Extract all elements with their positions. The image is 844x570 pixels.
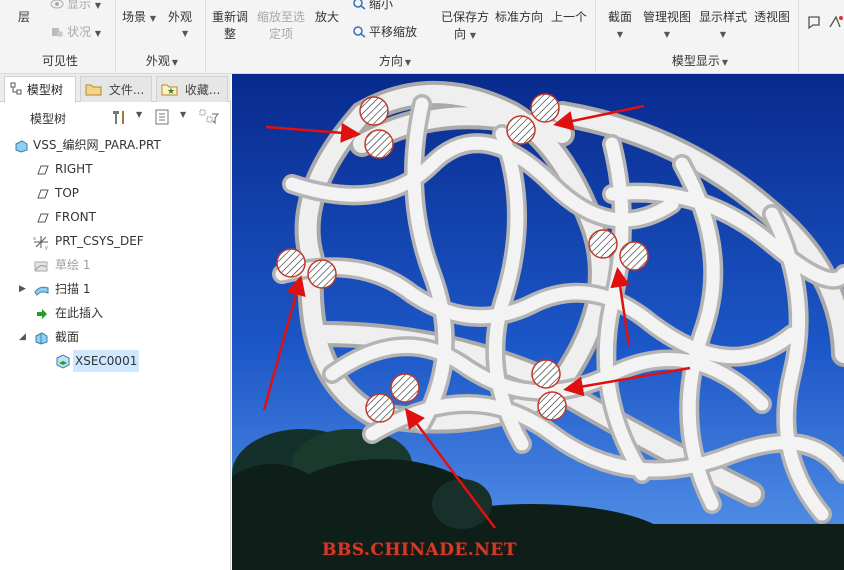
perspective-button[interactable]: 透视图 [754,9,790,26]
tree-item-csys[interactable]: xy PRT_CSYS_DEF [0,230,231,252]
layer-button[interactable]: 层 [18,9,30,26]
xsection-icon [54,354,70,369]
standard-orientation-button[interactable]: 标准方向 [495,9,543,26]
tree-item-xsec0001[interactable]: XSEC0001 [0,350,231,372]
zoom-to-selected-button[interactable]: 缩放至选 定项 [256,9,306,43]
show-button[interactable]: 显示 ▼ [50,0,101,14]
zoom-out-icon [352,0,366,10]
tree-item-sketch[interactable]: 草绘 1 [0,254,231,276]
dimension-icon[interactable] [828,14,844,35]
model-tree-title: 模型树 [30,112,67,126]
watermark-text: BBS.CHINADE.NET [322,540,517,560]
section-marker [364,129,394,159]
svg-text:★: ★ [167,87,175,97]
favorites-icon: ★ [161,80,181,102]
model-tree-icon [9,79,23,103]
insert-here-icon [34,306,50,320]
refit-button[interactable]: 重新调整 [212,9,248,43]
section-marker [307,259,337,289]
section-marker [276,248,306,278]
tab-files[interactable]: 文件... [80,76,152,102]
folder-icon [85,80,105,102]
panel-tabs: 模型树 文件... ★ 收藏... [0,74,231,103]
graphics-viewport[interactable]: BBS.CHINADE.NET [232,74,844,570]
section-button[interactable]: 截面 ▼ [607,9,633,43]
settings-icon[interactable] [110,108,130,129]
section-marker [390,373,420,403]
status-icon [50,26,64,38]
eye-icon [50,0,64,10]
section-marker [530,93,560,123]
manage-views-button[interactable]: 管理视图 ▼ [642,9,692,43]
tree-item-insert-here[interactable]: 在此插入 [0,302,231,324]
datum-plane-icon [34,186,50,200]
datum-plane-icon [34,162,50,176]
svg-text:x: x [33,236,36,242]
ribbon-toolbar: 层 显示 ▼ 状况 ▼ 可见性 场景 ▼ 外观 ▼ 外观 ▼ 重新调整 缩放至选定… [0,0,844,74]
expand-arrow-icon[interactable]: ▶ [19,278,26,300]
tab-favorites[interactable]: ★ 收藏... [156,76,228,102]
tree-item-root-part[interactable]: VSS_编织网_PARA.PRT [0,134,231,156]
settings-dropdown[interactable]: ▼ [136,110,142,119]
tree-item-sweep[interactable]: ▶ 扫描 1 [0,278,231,300]
divider [205,0,206,72]
model-display-group-title: 模型显示 ▼ [671,54,729,68]
tab-model-tree[interactable]: 模型树 [4,76,76,103]
viewport-canvas [232,74,844,570]
section-marker [506,115,536,145]
pan-zoom-button[interactable]: 平移缩放 [352,24,417,41]
sweep-icon [33,282,49,296]
tree-item-right-plane[interactable]: RIGHT [0,158,231,180]
model-tree-toolbar: 模型树 ▼ ▼ [0,104,231,132]
saved-orientations-button[interactable]: 已保存方向 ▼ [439,9,491,44]
appearance-group-title: 外观 ▼ [145,54,179,68]
svg-text:y: y [45,245,48,250]
show-dropdown[interactable]: ▼ [180,110,186,119]
section-folder-icon [33,330,49,345]
orientation-group-title: 方向 ▼ [378,54,412,68]
annotation-icon[interactable] [806,14,824,35]
collapse-arrow-icon[interactable]: ◢ [19,326,26,348]
previous-view-button[interactable]: 上一个 [551,9,587,26]
tree-item-sections[interactable]: ◢ 截面 [0,326,231,348]
tree-item-front-plane[interactable]: FRONT [0,206,231,228]
appearance-button[interactable]: 外观 [168,9,192,26]
scene-button[interactable]: 场景 ▼ [122,9,156,27]
status-button[interactable]: 状况 ▼ [50,24,101,42]
divider [798,0,799,72]
section-marker [588,229,618,259]
zoom-in-button[interactable]: 放大 [315,9,339,26]
section-marker [359,96,389,126]
datum-plane-icon [34,210,50,224]
show-list-icon[interactable] [154,108,174,129]
filter-icon[interactable] [198,108,220,129]
zoom-out-button[interactable]: 缩小 [352,0,393,13]
section-marker [619,241,649,271]
visibility-group-title: 可见性 [41,54,78,68]
section-marker [531,359,561,389]
csys-icon: xy [33,234,49,251]
section-marker [537,391,567,421]
display-style-button[interactable]: 显示样式 ▼ [698,9,748,43]
part-icon [13,138,29,153]
divider [595,0,596,72]
section-marker [365,393,395,423]
model-tree-panel: 模型树 文件... ★ 收藏... 模型树 ▼ ▼ VSS_编织网_PARA.P… [0,74,231,570]
sketch-icon [33,258,49,272]
divider [115,0,116,72]
tree-item-top-plane[interactable]: TOP [0,182,231,204]
pan-zoom-icon [352,26,366,38]
appearance-dropdown[interactable]: ▼ [182,24,188,42]
